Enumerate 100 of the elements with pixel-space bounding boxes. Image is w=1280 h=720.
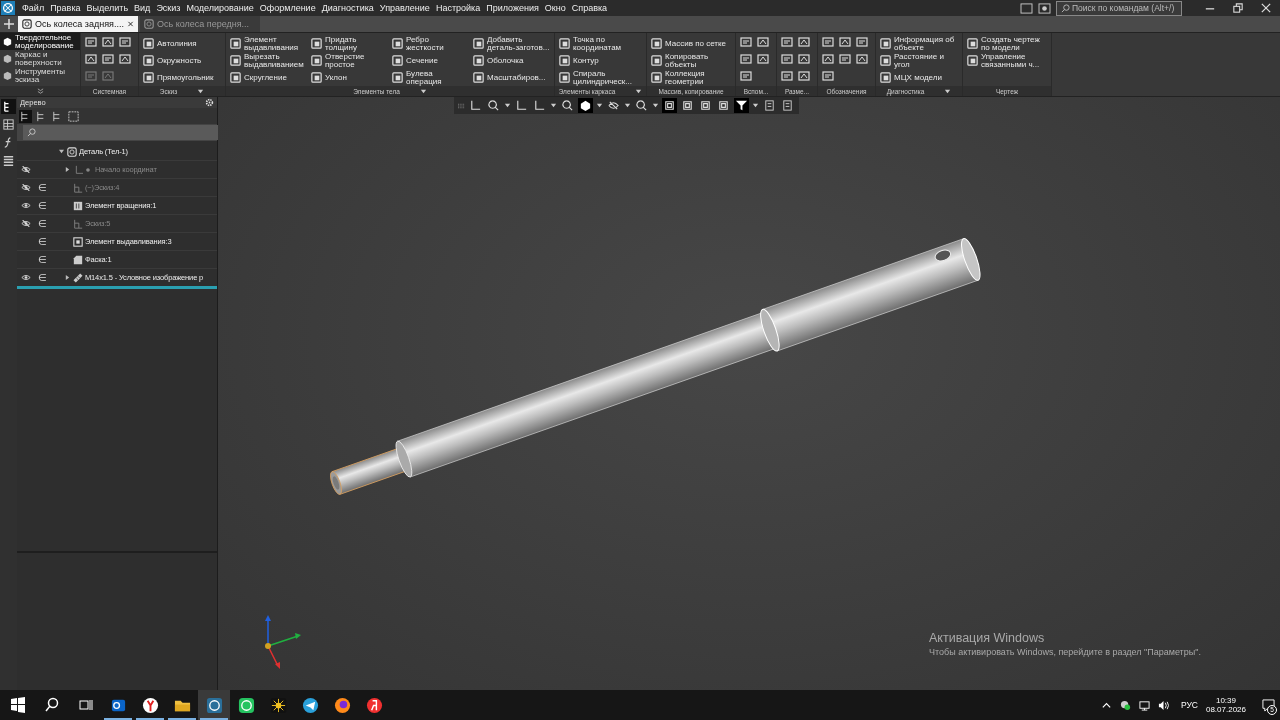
table-icon[interactable] bbox=[1, 117, 16, 132]
language-indicator[interactable]: РУС bbox=[1180, 700, 1198, 710]
view-tool-icon[interactable] bbox=[716, 98, 731, 113]
menu-item[interactable]: Управление bbox=[376, 3, 433, 13]
command-button[interactable]: Масштабиров... bbox=[472, 69, 551, 86]
view-tool-icon[interactable] bbox=[662, 98, 677, 113]
view-tool-icon[interactable] bbox=[634, 98, 649, 113]
view-tool-icon[interactable] bbox=[514, 98, 529, 113]
tool-icon[interactable] bbox=[101, 35, 115, 49]
command-button[interactable]: Уклон bbox=[310, 69, 389, 86]
status-icon[interactable] bbox=[1119, 699, 1131, 711]
speaker-icon[interactable] bbox=[1157, 699, 1169, 711]
command-button[interactable]: Информация об объекте bbox=[879, 35, 959, 52]
tool-icon[interactable] bbox=[118, 52, 132, 66]
window-icon[interactable] bbox=[1020, 2, 1033, 14]
menu-item[interactable]: Вид bbox=[131, 3, 154, 13]
tool-icon[interactable] bbox=[838, 52, 852, 66]
caret-icon[interactable] bbox=[652, 102, 659, 109]
caret-icon[interactable] bbox=[504, 102, 511, 109]
clock[interactable]: 10:39 08.07.2026 bbox=[1205, 696, 1246, 714]
close-icon[interactable] bbox=[126, 20, 134, 28]
view-tool-icon[interactable] bbox=[468, 98, 483, 113]
menu-item[interactable]: Приложения bbox=[483, 3, 542, 13]
screenshot-icon[interactable] bbox=[1038, 2, 1051, 14]
tool-icon[interactable] bbox=[84, 35, 98, 49]
view-tool-icon[interactable] bbox=[762, 98, 777, 113]
settings-icon[interactable] bbox=[205, 98, 214, 107]
menu-item[interactable]: Справка bbox=[568, 3, 611, 13]
expand-icon[interactable] bbox=[65, 167, 70, 172]
command-button[interactable]: Скругление bbox=[229, 69, 308, 86]
tree-tool-icon[interactable] bbox=[19, 109, 32, 123]
tool-icon[interactable] bbox=[756, 52, 770, 66]
tool-icon[interactable] bbox=[780, 35, 794, 49]
body-mark[interactable]: ∈ bbox=[38, 272, 47, 283]
filter-icon[interactable] bbox=[734, 98, 749, 113]
command-button[interactable]: Булева операция bbox=[391, 69, 470, 86]
menu-item[interactable]: Диагностика bbox=[318, 3, 377, 13]
tool-icon[interactable] bbox=[739, 69, 753, 83]
view-tool-icon[interactable] bbox=[680, 98, 695, 113]
search-field[interactable]: Поиск по командам (Alt+/) bbox=[1056, 0, 1182, 16]
view-tool-icon[interactable] bbox=[486, 98, 501, 113]
tool-icon[interactable] bbox=[101, 52, 115, 66]
command-button[interactable]: Точка по координатам bbox=[558, 35, 643, 52]
command-button[interactable]: Автолиния bbox=[142, 35, 222, 52]
tool-icon[interactable] bbox=[797, 35, 811, 49]
eye-icon[interactable] bbox=[20, 202, 31, 209]
layers-icon[interactable] bbox=[1, 153, 16, 168]
command-button[interactable]: Добавить деталь-заготов... bbox=[472, 35, 551, 52]
tool-icon[interactable] bbox=[855, 52, 869, 66]
command-button[interactable]: Вырезать выдавливанием bbox=[229, 52, 308, 69]
network-icon[interactable] bbox=[1138, 699, 1150, 711]
view-tool-icon[interactable] bbox=[560, 98, 575, 113]
command-button[interactable]: Контур bbox=[558, 52, 643, 69]
tool-icon[interactable] bbox=[838, 35, 852, 49]
view-tool-icon[interactable] bbox=[698, 98, 713, 113]
caret-icon[interactable] bbox=[944, 87, 952, 95]
tool-icon[interactable] bbox=[797, 69, 811, 83]
menu-item[interactable]: Выделить bbox=[83, 3, 132, 13]
body-mark[interactable]: ∈ bbox=[38, 218, 47, 229]
command-button[interactable]: Расстояние и угол bbox=[879, 52, 959, 69]
menu-item[interactable]: Оформление bbox=[256, 3, 319, 13]
caret-icon[interactable] bbox=[197, 87, 205, 95]
eye-icon[interactable] bbox=[20, 274, 31, 281]
command-button[interactable]: Копировать объекты bbox=[650, 52, 732, 69]
command-button[interactable]: Создать чертеж по модели bbox=[966, 35, 1048, 52]
menu-item[interactable]: Окно bbox=[541, 3, 569, 13]
command-button[interactable]: МЦХ модели bbox=[879, 69, 959, 86]
view-tool-icon[interactable] bbox=[532, 98, 547, 113]
view-tool-icon[interactable] bbox=[780, 98, 795, 113]
body-mark[interactable]: ∈ bbox=[38, 236, 47, 247]
eye-crossed-icon[interactable] bbox=[20, 166, 31, 173]
command-button[interactable]: Придать толщину bbox=[310, 35, 389, 52]
command-button[interactable]: Окружность bbox=[142, 52, 222, 69]
tool-icon[interactable] bbox=[780, 52, 794, 66]
tool-icon[interactable] bbox=[797, 52, 811, 66]
command-button[interactable]: Коллекция геометрии bbox=[650, 69, 732, 86]
expand-icon[interactable] bbox=[65, 275, 70, 280]
tool-icon[interactable] bbox=[756, 35, 770, 49]
body-mark[interactable]: ∈ bbox=[38, 254, 47, 265]
caret-icon[interactable] bbox=[419, 87, 427, 95]
command-button[interactable]: Массив по сетке bbox=[650, 35, 732, 52]
tool-icon[interactable] bbox=[118, 35, 132, 49]
tool-icon[interactable] bbox=[84, 52, 98, 66]
mode-tab[interactable]: Твердотельное моделирование bbox=[0, 33, 80, 50]
document-tab[interactable]: Ось колеса задняя.... bbox=[18, 16, 138, 32]
tool-icon[interactable] bbox=[821, 52, 835, 66]
command-button[interactable]: Сечение bbox=[391, 52, 470, 69]
body-mark[interactable]: ∈ bbox=[38, 182, 47, 193]
tool-icon[interactable] bbox=[780, 69, 794, 83]
add-icon[interactable] bbox=[3, 18, 15, 30]
mode-tab[interactable]: Инструменты эскиза bbox=[0, 67, 80, 84]
menu-item[interactable]: Моделирование bbox=[183, 3, 257, 13]
body-mark[interactable]: ∈ bbox=[38, 200, 47, 211]
menu-item[interactable]: Файл bbox=[19, 3, 48, 13]
eye-crossed-icon[interactable] bbox=[20, 220, 31, 227]
tree-icon[interactable] bbox=[1, 99, 16, 114]
command-button[interactable]: Спираль цилиндрическ... bbox=[558, 69, 643, 86]
tool-icon[interactable] bbox=[855, 35, 869, 49]
command-button[interactable]: Управление связанными ч... bbox=[966, 52, 1048, 69]
command-button[interactable]: Элемент выдавливания bbox=[229, 35, 308, 52]
